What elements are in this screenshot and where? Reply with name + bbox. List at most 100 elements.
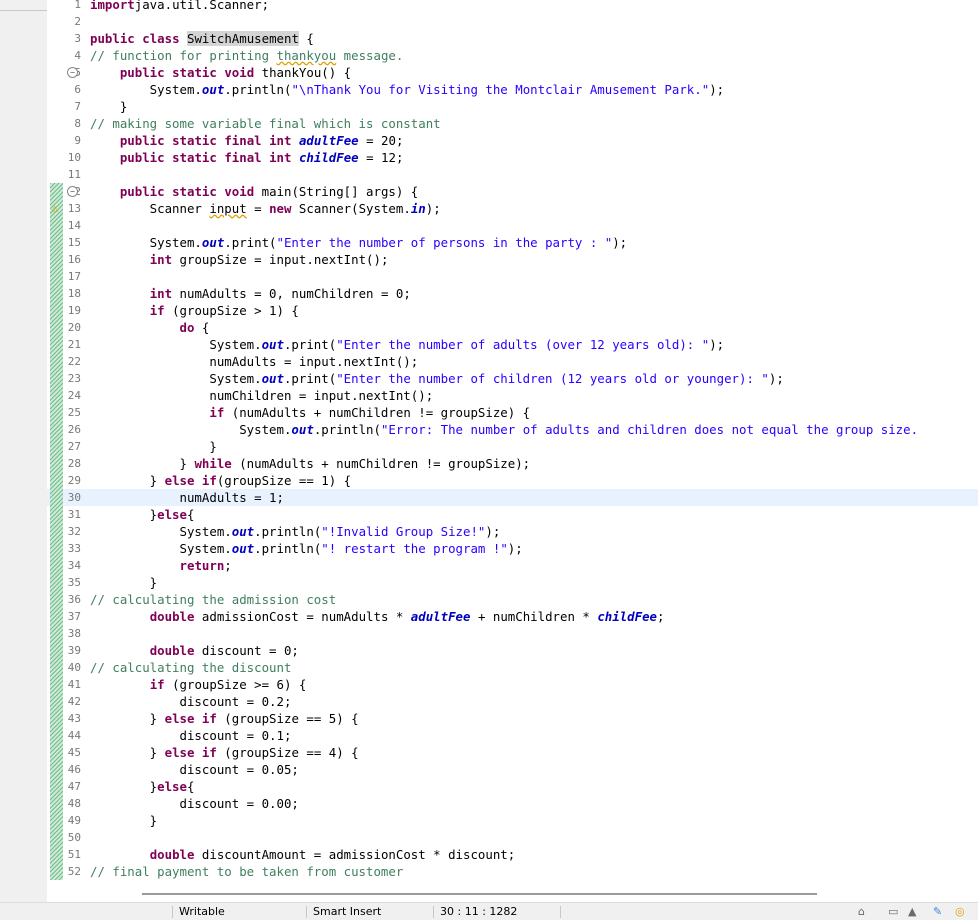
code-line[interactable]: 41 if (groupSize >= 6) { bbox=[47, 676, 978, 693]
code-line[interactable]: 18 int numAdults = 0, numChildren = 0; bbox=[47, 285, 978, 302]
code-text: } else if(groupSize == 1) { bbox=[90, 472, 351, 489]
hat-icon[interactable]: ⌂ bbox=[858, 905, 865, 918]
code-token: } bbox=[90, 507, 158, 522]
code-token: message. bbox=[336, 48, 404, 63]
code-token: (groupSize > 1) { bbox=[164, 303, 299, 318]
code-line[interactable]: 37 double admissionCost = numAdults * ad… bbox=[47, 608, 978, 625]
code-token: { bbox=[194, 320, 210, 335]
code-token: "Enter the number of children (12 years … bbox=[336, 371, 769, 386]
code-line[interactable]: 19 if (groupSize > 1) { bbox=[47, 302, 978, 319]
code-text: public class SwitchAmusement { bbox=[90, 30, 314, 47]
code-line[interactable]: 5− public static void thankYou() { bbox=[47, 64, 978, 81]
code-text: importjava.util.Scanner; bbox=[90, 0, 269, 13]
code-token: void bbox=[224, 65, 255, 80]
code-line[interactable]: 35 } bbox=[47, 574, 978, 591]
code-token: void bbox=[224, 184, 255, 199]
warning-icon[interactable]: ⚠ bbox=[51, 201, 58, 215]
fold-toggle-icon[interactable]: − bbox=[67, 186, 78, 197]
code-line[interactable]: 13 ⚠ Scanner input = new Scanner(System.i… bbox=[47, 200, 978, 217]
code-line[interactable]: 6 System.out.println("\nThank You for Vi… bbox=[47, 81, 978, 98]
code-line[interactable]: 49 } bbox=[47, 812, 978, 829]
code-token: { bbox=[186, 507, 195, 522]
graduation-icon[interactable]: ▲ bbox=[908, 905, 916, 918]
pencil-icon[interactable]: ✎ bbox=[933, 905, 942, 918]
code-line[interactable]: 43 } else if (groupSize == 5) { bbox=[47, 710, 978, 727]
code-token: if bbox=[149, 677, 165, 692]
circle-icon[interactable]: ◎ bbox=[955, 905, 965, 918]
code-line[interactable]: 24 numChildren = input.nextInt(); bbox=[47, 387, 978, 404]
code-line[interactable]: 36 // calculating the admission cost bbox=[47, 591, 978, 608]
code-line[interactable]: 2 bbox=[47, 13, 978, 30]
code-line[interactable]: 47 }else{ bbox=[47, 778, 978, 795]
code-line[interactable]: 21 System.out.print("Enter the number of… bbox=[47, 336, 978, 353]
code-line[interactable]: 42 discount = 0.2; bbox=[47, 693, 978, 710]
code-line[interactable]: 20 do { bbox=[47, 319, 978, 336]
code-line[interactable]: 26 System.out.println("Error: The number… bbox=[47, 421, 978, 438]
code-line[interactable]: 50 bbox=[47, 829, 978, 846]
code-token: else bbox=[157, 507, 187, 522]
fold-toggle-icon[interactable]: − bbox=[67, 67, 78, 78]
code-line[interactable]: 1 importjava.util.Scanner; bbox=[47, 0, 978, 13]
code-line[interactable]: 23 System.out.print("Enter the number of… bbox=[47, 370, 978, 387]
code-token: in bbox=[410, 201, 426, 216]
code-line[interactable]: 9 public static final int adultFee = 20; bbox=[47, 132, 978, 149]
code-line[interactable]: 3 public class SwitchAmusement { bbox=[47, 30, 978, 47]
code-line[interactable]: 25 if (numAdults + numChildren != groupS… bbox=[47, 404, 978, 421]
code-line[interactable]: 48 discount = 0.00; bbox=[47, 795, 978, 812]
code-line[interactable]: 51 double discountAmount = admissionCost… bbox=[47, 846, 978, 863]
code-line[interactable]: 46 discount = 0.05; bbox=[47, 761, 978, 778]
code-text: // making some variable final which is c… bbox=[90, 115, 441, 132]
code-token: input bbox=[209, 201, 247, 216]
code-line[interactable]: 4 // function for printing thankyou messa… bbox=[47, 47, 978, 64]
code-line[interactable]: 14 bbox=[47, 217, 978, 234]
code-line[interactable]: 12− public static void main(String[] arg… bbox=[47, 183, 978, 200]
book-icon[interactable]: ▭ bbox=[888, 905, 898, 918]
code-line[interactable]: 34 return; bbox=[47, 557, 978, 574]
code-token: "!Invalid Group Size!" bbox=[321, 524, 486, 539]
code-token: System. bbox=[90, 82, 202, 97]
code-line[interactable]: 31 }else{ bbox=[47, 506, 978, 523]
code-token: .print( bbox=[224, 235, 277, 250]
code-line[interactable]: 30 numAdults = 1; bbox=[47, 489, 978, 506]
code-line[interactable]: 27 } bbox=[47, 438, 978, 455]
code-line[interactable]: 39 double discount = 0; bbox=[47, 642, 978, 659]
line-number: 46 bbox=[67, 763, 81, 776]
scrollbar-thumb[interactable] bbox=[142, 893, 817, 895]
code-token: discount = 0; bbox=[194, 643, 299, 658]
horizontal-scrollbar[interactable] bbox=[47, 890, 978, 902]
code-line[interactable]: 52 // final payment to be taken from cust… bbox=[47, 863, 978, 880]
insert-mode-status[interactable]: Smart Insert bbox=[313, 905, 381, 919]
code-line[interactable]: 45 } else if (groupSize == 4) { bbox=[47, 744, 978, 761]
code-line[interactable]: 29 } else if(groupSize == 1) { bbox=[47, 472, 978, 489]
line-number: 17 bbox=[67, 270, 81, 283]
code-line[interactable]: 38 bbox=[47, 625, 978, 642]
code-editor[interactable]: 1 importjava.util.Scanner; 2 3 public class … bbox=[47, 0, 978, 890]
code-text: } else if (groupSize == 4) { bbox=[90, 744, 359, 761]
code-line[interactable]: 16 int groupSize = input.nextInt(); bbox=[47, 251, 978, 268]
code-line[interactable]: 17 bbox=[47, 268, 978, 285]
code-line[interactable]: 8 // making some variable final which is … bbox=[47, 115, 978, 132]
code-line[interactable]: 32 System.out.println("!Invalid Group Si… bbox=[47, 523, 978, 540]
code-text: double discount = 0; bbox=[90, 642, 299, 659]
code-line[interactable]: 28 } while (numAdults + numChildren != g… bbox=[47, 455, 978, 472]
code-line[interactable]: 10 public static final int childFee = 12… bbox=[47, 149, 978, 166]
code-line[interactable]: 7 } bbox=[47, 98, 978, 115]
code-token: = 12; bbox=[358, 150, 404, 165]
code-line[interactable]: 40 // calculating the discount bbox=[47, 659, 978, 676]
code-token: ; bbox=[224, 558, 232, 573]
line-number: 3 bbox=[74, 32, 81, 45]
code-line[interactable]: 33 System.out.println("! restart the pro… bbox=[47, 540, 978, 557]
code-line[interactable]: 15 System.out.print("Enter the number of… bbox=[47, 234, 978, 251]
line-number: 18 bbox=[67, 287, 81, 300]
code-token: else bbox=[164, 711, 195, 726]
code-line[interactable]: 22 numAdults = input.nextInt(); bbox=[47, 353, 978, 370]
code-token: (numAdults + numChildren != groupSize) { bbox=[224, 405, 531, 420]
code-token: ; bbox=[657, 609, 665, 624]
code-line[interactable]: 11 bbox=[47, 166, 978, 183]
code-line[interactable]: 44 discount = 0.1; bbox=[47, 727, 978, 744]
